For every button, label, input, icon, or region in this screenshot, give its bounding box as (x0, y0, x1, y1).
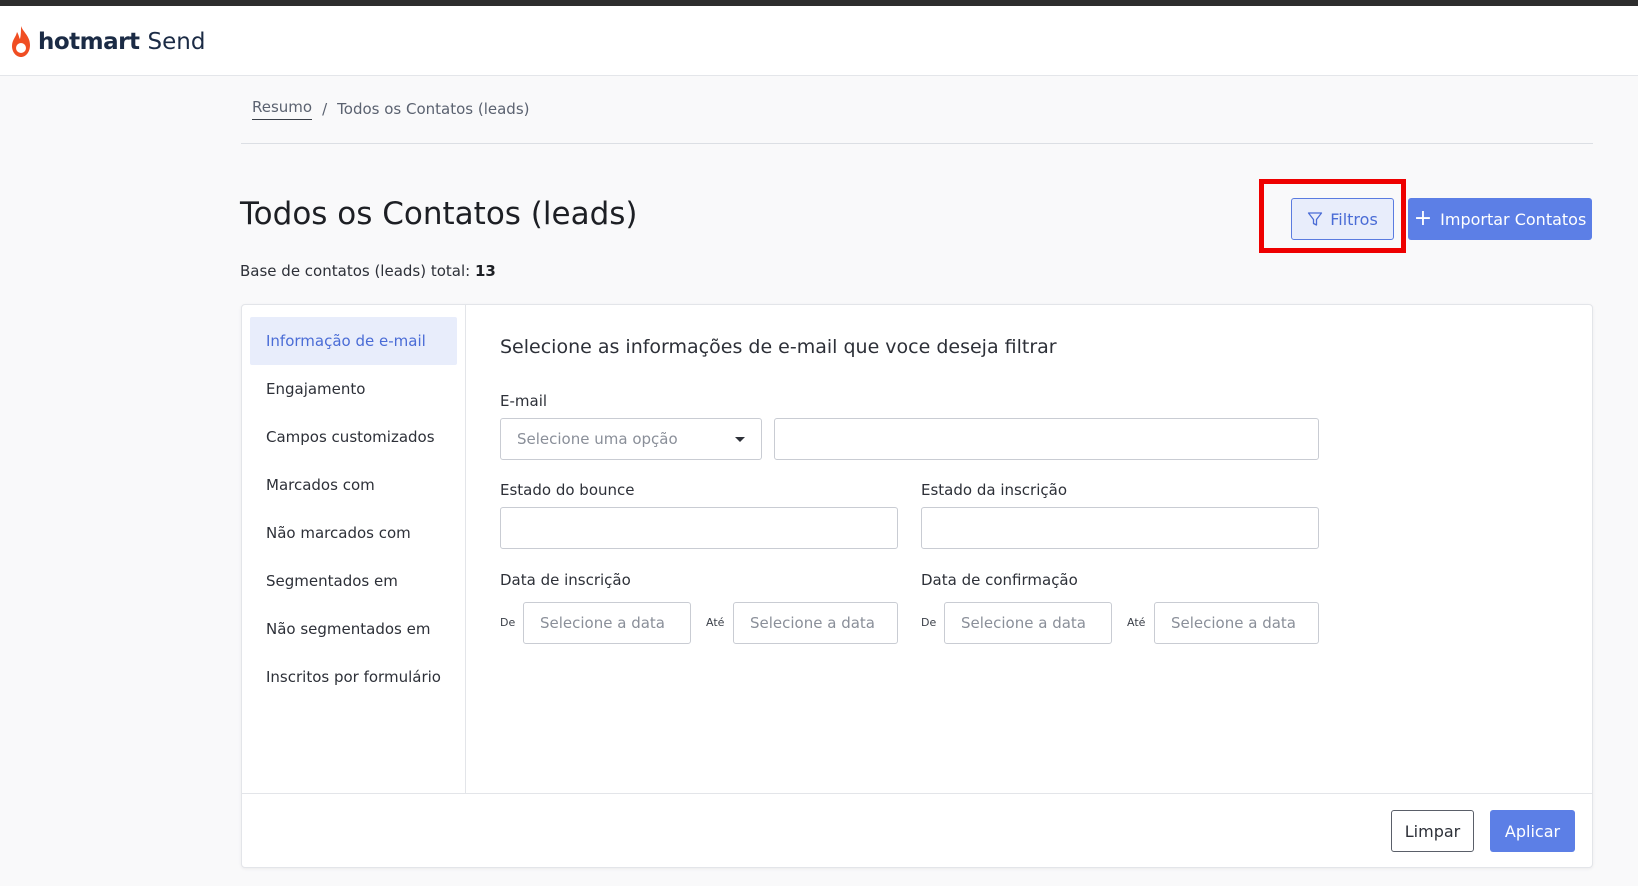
flame-icon (12, 26, 30, 57)
confirmation-date-to-label: Até (1127, 616, 1146, 629)
hotmart-logo[interactable]: hotmart Send (8, 24, 205, 60)
category-not-tagged-with[interactable]: Não marcados com (250, 509, 457, 557)
clear-button[interactable]: Limpar (1391, 810, 1474, 852)
breadcrumb-current: Todos os Contatos (leads) (337, 100, 530, 118)
contacts-total-value: 13 (475, 262, 496, 280)
email-label: E-mail (500, 392, 548, 410)
product-name: Send (147, 29, 206, 55)
brand-name: hotmart (38, 29, 140, 55)
email-value-input[interactable] (774, 418, 1319, 460)
confirmation-date-to-input[interactable]: Selecione a data (1154, 602, 1319, 644)
breadcrumb-separator: / (322, 100, 328, 118)
apply-button[interactable]: Aplicar (1490, 810, 1575, 852)
header-divider (241, 143, 1593, 144)
email-operator-placeholder: Selecione uma opção (517, 430, 678, 448)
subscription-date-to-input[interactable]: Selecione a data (733, 602, 898, 644)
category-segmented-in[interactable]: Segmentados em (250, 557, 457, 605)
filter-icon (1308, 212, 1323, 226)
import-contacts-label: Importar Contatos (1440, 209, 1587, 229)
category-tagged-with[interactable]: Marcados com (250, 461, 457, 509)
subscription-date-from-input[interactable]: Selecione a data (523, 602, 691, 644)
app-header: hotmart Send (0, 6, 1638, 76)
subscription-state-label: Estado da inscrição (921, 481, 1068, 499)
category-engagement[interactable]: Engajamento (250, 365, 457, 413)
filter-button-label: Filtros (1330, 209, 1378, 229)
subscription-date-from-label: De (500, 616, 516, 629)
contacts-total-label: Base de contatos (leads) total: (240, 262, 471, 280)
filter-panel-footer: Limpar Aplicar (242, 793, 1592, 867)
import-contacts-button[interactable]: + Importar Contatos (1408, 198, 1592, 240)
email-operator-select[interactable]: Selecione uma opção (500, 418, 762, 460)
category-custom-fields[interactable]: Campos customizados (250, 413, 457, 461)
plus-icon: + (1413, 206, 1433, 231)
bounce-state-label: Estado do bounce (500, 481, 635, 499)
confirmation-date-from-label: De (921, 616, 937, 629)
subscription-date-label: Data de inscrição (500, 571, 631, 589)
breadcrumb-home-link[interactable]: Resumo (252, 98, 313, 120)
page-title: Todos os Contatos (leads) (240, 196, 638, 232)
confirmation-date-label: Data de confirmação (921, 571, 1078, 589)
filter-panel: Informação de e-mail Engajamento Campos … (241, 304, 1593, 868)
breadcrumb: Resumo / Todos os Contatos (leads) (252, 98, 530, 120)
category-subscribed-by-form[interactable]: Inscritos por formulário (250, 653, 457, 701)
caret-down-icon (735, 436, 745, 442)
filter-form-title: Selecione as informações de e-mail que v… (500, 336, 1057, 358)
filter-form: Selecione as informações de e-mail que v… (466, 305, 1592, 793)
filter-button[interactable]: Filtros (1291, 198, 1394, 240)
bounce-state-input[interactable] (500, 507, 898, 549)
subscription-date-to-label: Até (706, 616, 725, 629)
subscription-state-input[interactable] (921, 507, 1319, 549)
category-email-info[interactable]: Informação de e-mail (250, 317, 457, 365)
contacts-total: Base de contatos (leads) total: 13 (240, 262, 496, 280)
category-not-segmented-in[interactable]: Não segmentados em (250, 605, 457, 653)
filter-category-menu: Informação de e-mail Engajamento Campos … (242, 305, 466, 793)
confirmation-date-from-input[interactable]: Selecione a data (944, 602, 1112, 644)
